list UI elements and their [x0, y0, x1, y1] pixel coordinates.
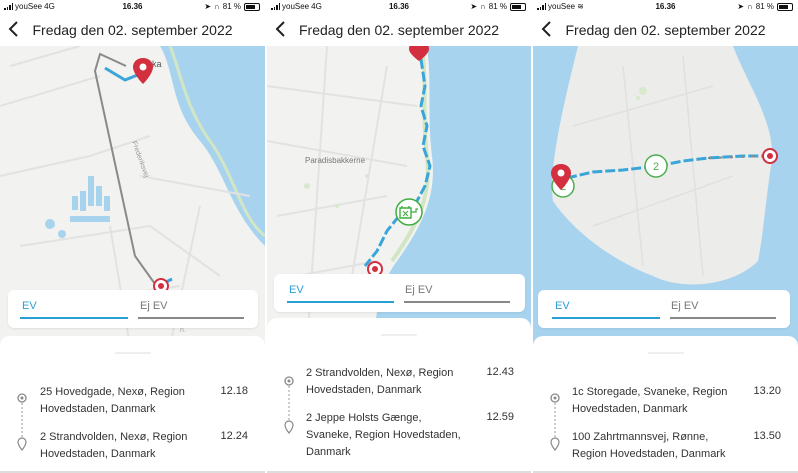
- trip-end-time: 12.24: [220, 430, 248, 442]
- trip-end-time: 13.50: [753, 430, 781, 442]
- tab-ev-underline: [552, 317, 660, 319]
- tab-non-ev-underline: [138, 317, 244, 319]
- tab-ev-underline: [287, 301, 394, 303]
- end-marker-icon[interactable]: [762, 148, 778, 164]
- route-timeline-icon: [550, 393, 560, 451]
- trip-start-time: 12.18: [220, 385, 248, 397]
- trip-end-time: 12.59: [486, 411, 514, 423]
- trip-end-address: 100 Zahrtmannsvej, Rønne, Region Hovedst…: [572, 431, 726, 460]
- battery-percent: 81 %: [222, 2, 241, 11]
- phone-screen-1: youSee 4G 16.36 ➤ ∩ 81 % Fredag den 02. …: [0, 0, 265, 473]
- sheet-handle[interactable]: [647, 352, 684, 354]
- trip-start-address: 1c Storegade, Svaneke, Region Hovedstade…: [572, 386, 728, 415]
- trip-start-time: 12.43: [486, 366, 514, 378]
- tab-ev[interactable]: EV: [22, 300, 37, 312]
- place-label: Paradisbakkerne: [305, 156, 366, 165]
- route-timeline-icon: [284, 376, 294, 434]
- trip-sheet: 1c Storegade, Svaneke, Region Hovedstade…: [533, 336, 798, 473]
- tab-non-ev[interactable]: Ej EV: [671, 300, 699, 312]
- svg-text:2: 2: [653, 161, 659, 173]
- status-bar: youSee 4G 16.36 ➤ ∩ 81 %: [267, 0, 531, 13]
- ev-tab-bar: EV Ej EV: [8, 290, 258, 328]
- battery-percent: 81 %: [488, 2, 507, 11]
- battery-icon: [510, 2, 526, 11]
- top-bar: Fredag den 02. september 2022: [267, 13, 531, 46]
- location-arrow-icon: ➤: [204, 2, 212, 11]
- tab-ev[interactable]: EV: [289, 284, 304, 296]
- top-bar: Fredag den 02. september 2022: [0, 13, 265, 46]
- tab-non-ev[interactable]: Ej EV: [405, 284, 433, 296]
- charging-station-icon[interactable]: [395, 198, 423, 226]
- top-bar: Fredag den 02. september 2022: [533, 13, 798, 46]
- route-timeline-icon: [17, 393, 27, 451]
- location-arrow-icon: ➤: [470, 2, 478, 11]
- headphones-icon: ∩: [480, 2, 486, 11]
- trip-sheet: 2 Strandvolden, Nexø, Region Hovedstaden…: [267, 318, 531, 473]
- page-title: Fredag den 02. september 2022: [565, 21, 766, 38]
- battery-icon: [777, 2, 793, 11]
- headphones-icon: ∩: [214, 2, 220, 11]
- trip-end-address: 2 Jeppe Holsts Gænge, Svaneke, Region Ho…: [306, 412, 461, 458]
- phone-screen-3: youSee ≋ 16.36 ➤ ∩ 81 % Fredag den 02. s…: [533, 0, 798, 473]
- app-screenshots: youSee 4G 16.36 ➤ ∩ 81 % Fredag den 02. …: [0, 0, 798, 473]
- phone-screen-2: youSee 4G 16.36 ➤ ∩ 81 % Fredag den 02. …: [267, 0, 531, 473]
- town-label: ka: [152, 59, 162, 69]
- status-bar: youSee 4G 16.36 ➤ ∩ 81 %: [0, 0, 265, 13]
- trip-sheet: 25 Hovedgade, Nexø, Region Hovedstaden, …: [0, 336, 265, 473]
- trip-start-address: 25 Hovedgade, Nexø, Region Hovedstaden, …: [40, 386, 185, 415]
- location-arrow-icon: ➤: [737, 2, 745, 11]
- ev-tab-bar: EV Ej EV: [274, 274, 525, 312]
- page-title: Fredag den 02. september 2022: [32, 21, 233, 38]
- sheet-handle[interactable]: [381, 334, 417, 336]
- ev-tab-bar: EV Ej EV: [538, 290, 790, 328]
- tab-non-ev[interactable]: Ej EV: [140, 300, 168, 312]
- status-bar: youSee ≋ 16.36 ➤ ∩ 81 %: [533, 0, 798, 13]
- tab-ev[interactable]: EV: [555, 300, 570, 312]
- tab-ev-underline: [20, 317, 128, 319]
- battery-percent: 81 %: [755, 2, 774, 11]
- tab-non-ev-underline: [404, 301, 510, 303]
- tab-non-ev-underline: [670, 317, 776, 319]
- battery-icon: [244, 2, 260, 11]
- trip-end-address: 2 Strandvolden, Nexø, Region Hovedstaden…: [40, 431, 188, 460]
- headphones-icon: ∩: [747, 2, 753, 11]
- cluster-marker-icon[interactable]: 2: [644, 154, 668, 178]
- page-title: Fredag den 02. september 2022: [298, 21, 500, 38]
- trip-start-time: 13.20: [753, 385, 781, 397]
- trip-start-address: 2 Strandvolden, Nexø, Region Hovedstaden…: [306, 367, 454, 396]
- side-label: n.: [180, 327, 186, 334]
- sheet-handle[interactable]: [114, 352, 151, 354]
